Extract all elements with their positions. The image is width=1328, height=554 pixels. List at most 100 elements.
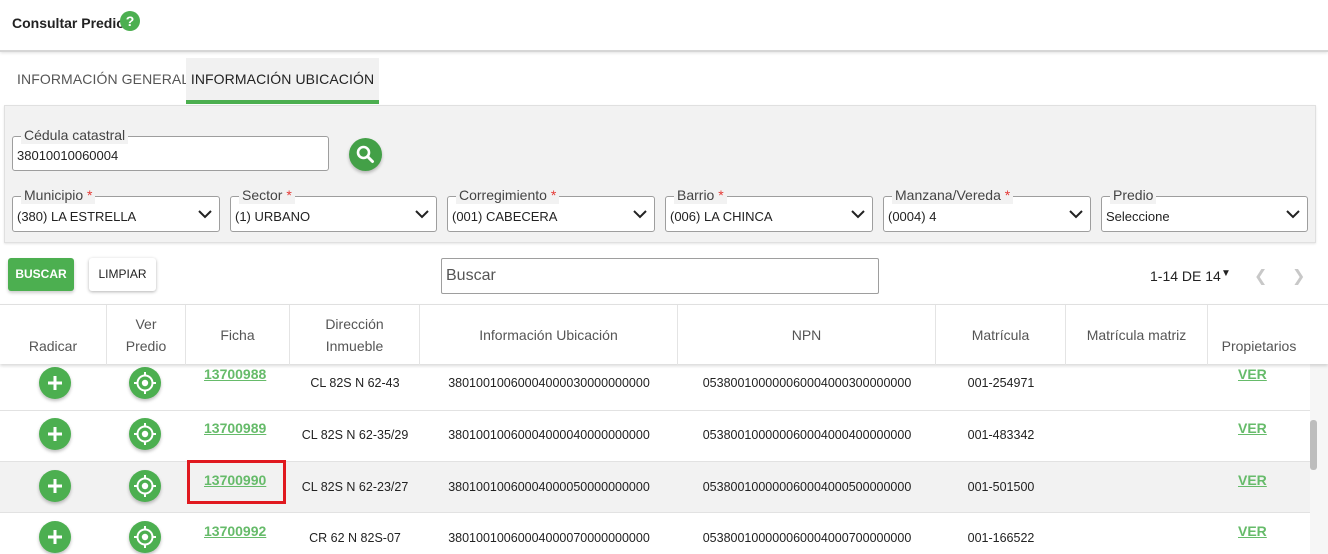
column-header-ver-predio-line1: Ver [135, 316, 157, 332]
table-header: Radicar Ver Predio Ficha Dirección Inmue… [0, 304, 1328, 365]
locate-target-icon [134, 526, 156, 548]
table-row: 13700989 CL 82S N 62-35/29 3801001006000… [0, 411, 1310, 462]
ver-predio-button[interactable] [129, 521, 161, 553]
column-header-matricula-matriz[interactable]: Matrícula matriz [1066, 305, 1208, 365]
page-title: Consultar Predio [12, 15, 125, 31]
plus-icon [48, 376, 62, 390]
ver-predio-button[interactable] [129, 418, 161, 450]
chevron-right-icon[interactable]: ❯ [1292, 266, 1305, 286]
table-search-input[interactable] [441, 258, 879, 294]
table-row: 13700992 CR 62 N 82S-07 3801001006000400… [0, 514, 1310, 554]
manzana-vereda-label: Manzana/Vereda * [892, 186, 1014, 204]
locate-target-icon [134, 372, 156, 394]
plus-icon [48, 479, 62, 493]
ficha-link[interactable]: 13700989 [204, 420, 266, 436]
barrio-value: (006) LA CHINCA [670, 209, 773, 224]
search-cedula-button[interactable] [349, 138, 382, 171]
chevron-down-icon [1286, 210, 1300, 219]
pagination-label[interactable]: 1-14 DE 14 [1150, 268, 1221, 284]
chevron-down-icon [198, 210, 212, 219]
column-header-matricula[interactable]: Matrícula [936, 305, 1066, 365]
tab-informacion-ubicacion[interactable]: INFORMACIÓN UBICACIÓN [186, 58, 379, 104]
matricula-cell: 001-166522 [967, 531, 1035, 545]
column-header-ver-predio-line2: Predio [125, 338, 167, 354]
info-ubicacion-cell: 38010010060004000030000000000 [448, 376, 650, 390]
tab-informacion-general[interactable]: INFORMACIÓN GENERAL [5, 58, 201, 104]
radicar-button[interactable] [39, 418, 71, 450]
caret-down-icon[interactable]: ▼ [1221, 268, 1231, 279]
chevron-down-icon [1069, 210, 1083, 219]
top-bar: Consultar Predio ? [0, 0, 1328, 52]
matricula-cell: 001-483342 [967, 428, 1035, 442]
consultar-predio-page: Consultar Predio ? INFORMACIÓN GENERAL I… [0, 0, 1328, 554]
info-ubicacion-cell: 38010010060004000070000000000 [448, 531, 650, 545]
cedula-catastral-label: Cédula catastral [21, 126, 129, 144]
help-icon[interactable]: ? [120, 11, 140, 31]
column-header-direccion-line2: Inmueble [325, 338, 384, 354]
info-ubicacion-cell: 38010010060004000040000000000 [448, 428, 650, 442]
table-scroll-thumb[interactable] [1310, 420, 1317, 470]
sector-value: (1) URBANO [235, 209, 311, 224]
predio-value: Seleccione [1106, 209, 1170, 224]
radicar-button[interactable] [39, 367, 71, 399]
chevron-down-icon [415, 210, 429, 219]
column-header-informacion-ubicacion[interactable]: Información Ubicación [420, 305, 678, 365]
chevron-down-icon [851, 210, 865, 219]
npn-cell: 053800100000060004000500000000 [702, 480, 912, 494]
cedula-catastral-field[interactable]: Cédula catastral 38010010060004 [12, 126, 329, 171]
sector-select[interactable]: Sector * (1) URBANO [230, 186, 437, 232]
ver-predio-button[interactable] [129, 367, 161, 399]
barrio-select[interactable]: Barrio * (006) LA CHINCA [665, 186, 873, 232]
municipio-select[interactable]: Municipio * (380) LA ESTRELLA [12, 186, 220, 232]
municipio-label: Municipio * [21, 186, 96, 204]
propietarios-ver-link[interactable]: VER [1238, 523, 1267, 539]
cedula-catastral-value: 38010010060004 [17, 148, 119, 163]
plus-icon [48, 427, 62, 441]
barrio-label: Barrio * [674, 186, 727, 204]
column-header-radicar[interactable]: Radicar [0, 305, 107, 365]
direccion-cell: CL 82S N 62-23/27 [301, 480, 409, 494]
direccion-cell: CL 82S N 62-43 [310, 376, 400, 390]
ficha-link[interactable]: 13700988 [204, 366, 266, 382]
column-header-ficha[interactable]: Ficha [186, 305, 290, 365]
table-row: 13700988 CL 82S N 62-43 3801001006000400… [0, 364, 1310, 411]
column-header-npn[interactable]: NPN [678, 305, 936, 365]
corregimiento-value: (001) CABECERA [452, 209, 558, 224]
buscar-button[interactable]: BUSCAR [8, 258, 74, 291]
propietarios-ver-link[interactable]: VER [1238, 420, 1267, 436]
propietarios-ver-link[interactable]: VER [1238, 472, 1267, 488]
locate-target-icon [134, 423, 156, 445]
predio-label: Predio [1110, 186, 1157, 204]
manzana-vereda-select[interactable]: Manzana/Vereda * (0004) 4 [883, 186, 1091, 232]
direccion-cell: CL 82S N 62-35/29 [301, 428, 409, 442]
npn-cell: 053800100000060004000400000000 [702, 428, 912, 442]
ficha-link[interactable]: 13700992 [204, 523, 266, 539]
ver-predio-button[interactable] [129, 470, 161, 502]
column-header-direccion-line1: Dirección [325, 316, 384, 332]
direccion-cell: CR 62 N 82S-07 [309, 531, 401, 545]
npn-cell: 053800100000060004000700000000 [702, 531, 912, 545]
ficha-highlight-box [187, 460, 286, 504]
chevron-left-icon[interactable]: ❮ [1254, 266, 1267, 286]
municipio-value: (380) LA ESTRELLA [17, 209, 137, 224]
locate-target-icon [134, 475, 156, 497]
npn-cell: 053800100000060004000300000000 [702, 376, 912, 390]
limpiar-button[interactable]: LIMPIAR [89, 258, 156, 291]
radicar-button[interactable] [39, 470, 71, 502]
corregimiento-select[interactable]: Corregimiento * (001) CABECERA [447, 186, 655, 232]
column-header-direccion[interactable]: Dirección Inmueble [290, 305, 420, 365]
info-ubicacion-cell: 38010010060004000050000000000 [448, 480, 650, 494]
corregimiento-label: Corregimiento * [456, 186, 560, 204]
predio-select[interactable]: Predio Seleccione [1101, 186, 1308, 232]
column-header-propietarios[interactable]: Propietarios [1208, 305, 1310, 365]
propietarios-ver-link[interactable]: VER [1238, 366, 1267, 382]
matricula-cell: 001-501500 [967, 480, 1035, 494]
column-header-ver-predio[interactable]: Ver Predio [107, 305, 186, 365]
plus-icon [48, 530, 62, 544]
table-body: 13700988 CL 82S N 62-43 3801001006000400… [0, 364, 1328, 554]
radicar-button[interactable] [39, 521, 71, 553]
chevron-down-icon [633, 210, 647, 219]
matricula-cell: 001-254971 [967, 376, 1035, 390]
sector-label: Sector * [239, 186, 295, 204]
manzana-vereda-value: (0004) 4 [888, 209, 937, 224]
